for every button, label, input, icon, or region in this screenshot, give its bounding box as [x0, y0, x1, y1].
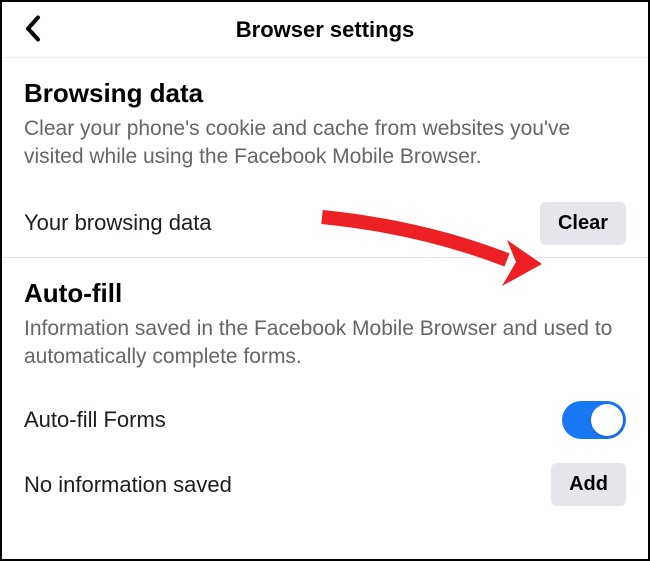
section-browsing-data: Browsing data Clear your phone's cookie …: [2, 58, 648, 172]
header-bar: Browser settings: [2, 2, 648, 58]
toggle-knob: [591, 404, 623, 436]
page-title: Browser settings: [236, 17, 415, 43]
autofill-description: Information saved in the Facebook Mobile…: [24, 315, 626, 372]
chevron-left-icon: [24, 15, 42, 41]
add-button[interactable]: Add: [551, 463, 626, 506]
row-autofill-forms: Auto-fill Forms: [2, 389, 648, 451]
row-your-browsing-data: Your browsing data Clear: [2, 190, 648, 258]
no-info-label: No information saved: [24, 472, 232, 498]
autofill-forms-label: Auto-fill Forms: [24, 407, 166, 433]
browsing-data-title: Browsing data: [24, 78, 626, 109]
section-autofill: Auto-fill Information saved in the Faceb…: [2, 258, 648, 372]
clear-button[interactable]: Clear: [540, 202, 626, 245]
autofill-title: Auto-fill: [24, 278, 626, 309]
autofill-toggle[interactable]: [562, 401, 626, 439]
browsing-data-description: Clear your phone's cookie and cache from…: [24, 115, 626, 172]
back-button[interactable]: [20, 11, 46, 48]
row-no-information: No information saved Add: [2, 451, 648, 518]
browsing-data-label: Your browsing data: [24, 210, 212, 236]
